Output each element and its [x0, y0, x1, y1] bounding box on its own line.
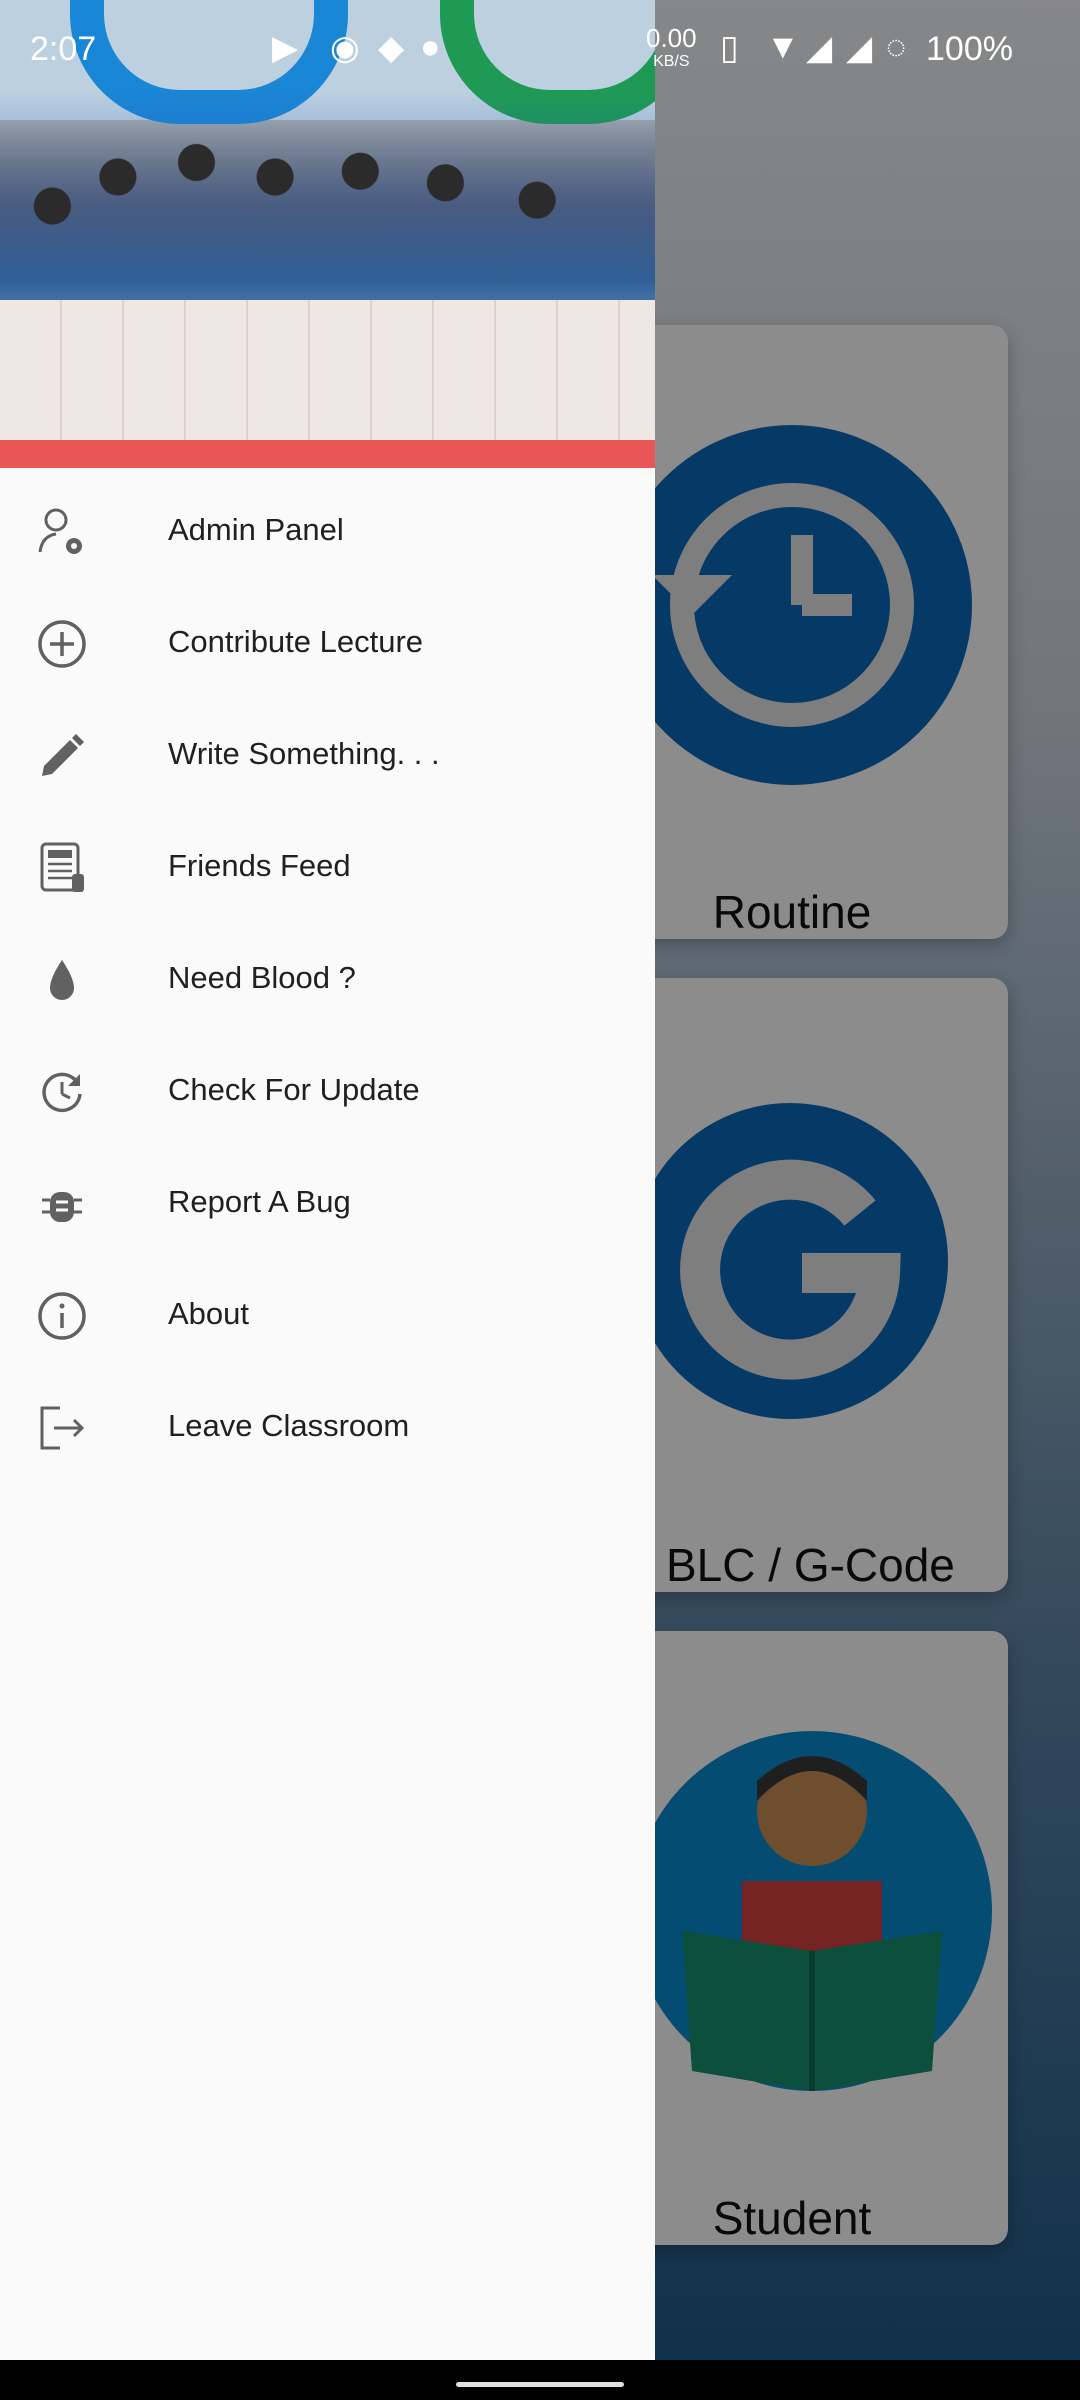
battery-icon: ◌: [886, 28, 907, 66]
status-time: 2:07: [30, 30, 97, 68]
signal-2-icon: ◢: [846, 29, 873, 67]
menu-item-admin-panel[interactable]: Admin Panel: [0, 476, 655, 588]
pencil-icon: [42, 734, 84, 776]
navigation-drawer: Admin Panel Contribute Lecture Write Som…: [0, 0, 655, 2360]
wifi-icon: ▼: [766, 28, 800, 66]
system-nav-bar: [0, 2360, 1080, 2400]
youtube-icon: ▶: [272, 29, 299, 67]
menu-item-check-for-update[interactable]: Check For Update: [0, 1036, 655, 1148]
menu-item-leave-classroom[interactable]: Leave Classroom: [0, 1372, 655, 1484]
vibrate-icon: ▯: [720, 29, 739, 67]
blood-drop-icon: [50, 960, 74, 1000]
battery-percent: 100%: [926, 30, 1013, 68]
menu-item-friends-feed[interactable]: Friends Feed: [0, 812, 655, 924]
update-icon: [42, 1072, 82, 1113]
menu-label-admin-panel: Admin Panel: [168, 512, 344, 547]
menu-label-contribute-lecture: Contribute Lecture: [168, 624, 424, 659]
menu-item-about[interactable]: About: [0, 1260, 655, 1372]
notification-icon: ◉: [330, 29, 360, 67]
home-gesture-handle[interactable]: [456, 2382, 624, 2387]
menu-item-need-blood[interactable]: Need Blood ?: [0, 924, 655, 1036]
menu-label-friends-feed: Friends Feed: [168, 848, 351, 883]
network-speed: 0.00 KB/S: [646, 23, 697, 74]
menu-label-write-something: Write Something. . .: [168, 736, 440, 771]
panda-icon: ●: [420, 28, 441, 66]
app-notification-icon: ◆: [378, 29, 405, 67]
menu-label-leave-classroom: Leave Classroom: [168, 1408, 410, 1443]
signal-icon: ◢: [806, 29, 833, 67]
menu-label-report-bug: Report A Bug: [168, 1184, 351, 1219]
status-bar: 2:07 ▶ ◉ ◆ ● 0.00 KB/S ▯ ▼ ◢ ◢ ◌ 100%: [0, 0, 1080, 100]
newspaper-icon: [40, 842, 84, 892]
menu-item-report-bug[interactable]: Report A Bug: [0, 1148, 655, 1260]
add-circle-icon: [38, 620, 86, 668]
network-speed-unit: KB/S: [653, 53, 690, 70]
network-speed-value: 0.00: [646, 23, 697, 53]
drawer-menu: Admin Panel Contribute Lecture Write Som…: [0, 476, 655, 1484]
bug-icon: [42, 1192, 82, 1222]
admin-gear-icon: [38, 508, 82, 554]
menu-label-need-blood: Need Blood ?: [168, 960, 356, 995]
menu-item-write-something[interactable]: Write Something. . .: [0, 700, 655, 812]
info-icon: [38, 1292, 86, 1340]
menu-label-about: About: [168, 1296, 250, 1331]
exit-icon: [40, 1406, 85, 1450]
menu-item-contribute-lecture[interactable]: Contribute Lecture: [0, 588, 655, 700]
menu-label-check-for-update: Check For Update: [168, 1072, 420, 1107]
